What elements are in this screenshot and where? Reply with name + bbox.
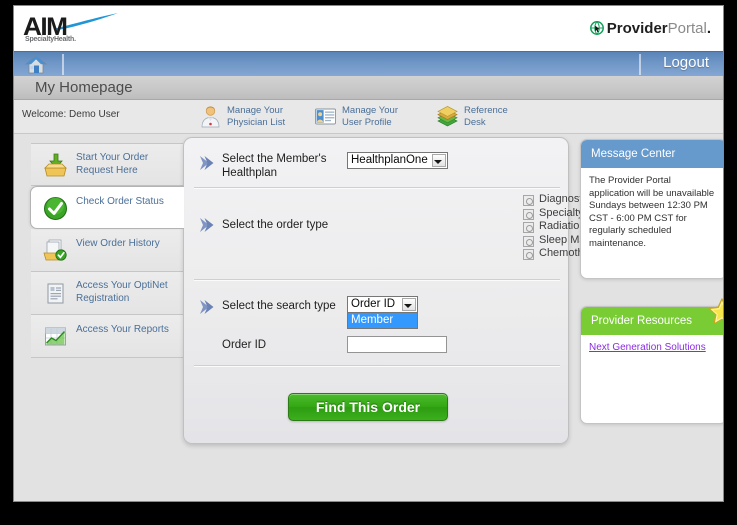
divider bbox=[194, 279, 560, 280]
logout-button[interactable]: Logout bbox=[663, 54, 709, 71]
healthplan-select-value: HealthplanOne bbox=[351, 154, 428, 166]
sidebar-item-check-order-status[interactable]: Check Order Status bbox=[30, 186, 184, 229]
sidebar-item-start-order-label: Start Your Order Request Here bbox=[76, 152, 149, 176]
provider-portal-brand: ProviderPortal. bbox=[589, 20, 711, 39]
manage-physician-list-label: Manage Your Physician List bbox=[227, 105, 286, 128]
welcome-bar: Welcome: Demo User Manage Your Physician … bbox=[14, 100, 723, 134]
message-center-body: The Provider Portal application will be … bbox=[589, 175, 715, 249]
inbox-download-icon bbox=[43, 153, 68, 178]
brand-portal: Portal bbox=[667, 20, 707, 37]
aim-specialty-health-logo: AIM SpecialtyHealth. bbox=[22, 11, 122, 47]
order-id-label: Order ID bbox=[222, 339, 267, 351]
search-type-select[interactable]: Order ID bbox=[347, 296, 418, 313]
sidebar-item-optinet-registration-label: Access Your OptiNet Registration bbox=[76, 280, 168, 304]
reference-desk-icon bbox=[436, 105, 459, 128]
healthplan-label: Select the Member's Healthplan bbox=[222, 153, 327, 179]
sidebar-item-access-reports[interactable]: Access Your Reports bbox=[31, 315, 183, 358]
nav-divider bbox=[62, 54, 64, 75]
logo-tagline: SpecialtyHealth. bbox=[25, 36, 76, 43]
order-id-input[interactable] bbox=[347, 336, 447, 353]
message-center-panel: Message Center The Provider Portal appli… bbox=[580, 139, 723, 279]
healthplan-select[interactable]: HealthplanOne bbox=[347, 152, 448, 169]
browser-viewport: AIM SpecialtyHealth. ProviderPortal. Log… bbox=[13, 5, 724, 502]
search-type-label: Select the search type bbox=[222, 300, 336, 312]
search-type-select-value: Order ID bbox=[351, 298, 396, 310]
sidebar-item-optinet-registration[interactable]: Access Your OptiNet Registration bbox=[31, 272, 183, 315]
masthead: AIM SpecialtyHealth. ProviderPortal. bbox=[14, 6, 723, 51]
chevron-down-icon bbox=[404, 304, 412, 308]
manage-user-profile-label: Manage Your User Profile bbox=[342, 105, 398, 128]
sidebar-item-access-reports-label: Access Your Reports bbox=[76, 324, 169, 335]
brand-provider: Provider bbox=[606, 20, 668, 37]
divider bbox=[194, 365, 560, 366]
content-area: Start Your Order Request Here Check Orde… bbox=[14, 134, 723, 501]
radio-button[interactable] bbox=[523, 208, 534, 220]
radio-button[interactable] bbox=[523, 249, 534, 260]
logout-divider bbox=[639, 54, 641, 75]
radio-button[interactable] bbox=[523, 222, 534, 233]
brand-period: . bbox=[706, 20, 711, 37]
provider-resources-panel: Provider Resources Next Generation Solut… bbox=[580, 306, 723, 424]
radio-button[interactable] bbox=[523, 235, 534, 247]
sidebar-item-view-order-history[interactable]: View Order History bbox=[31, 229, 183, 272]
primary-navbar: Logout bbox=[14, 51, 723, 76]
globe-cursor-icon bbox=[589, 21, 604, 39]
green-check-icon bbox=[43, 196, 68, 221]
divider bbox=[194, 187, 560, 188]
search-type-dropdown-list[interactable]: Member bbox=[347, 313, 418, 329]
message-center-title: Message Center bbox=[581, 140, 723, 168]
documents-check-icon bbox=[43, 238, 68, 263]
reference-desk-label: Reference Desk bbox=[464, 105, 508, 128]
welcome-message: Welcome: Demo User bbox=[22, 109, 120, 120]
user-profile-icon bbox=[314, 105, 337, 128]
order-search-panel: Select the Member's Healthplan Healthplan… bbox=[183, 137, 721, 444]
find-this-order-button[interactable]: Find This Order bbox=[288, 393, 448, 421]
order-type-label: Select the order type bbox=[222, 219, 329, 231]
chevron-right-icon bbox=[197, 154, 215, 172]
physician-icon bbox=[199, 105, 222, 128]
chevron-right-icon bbox=[197, 298, 215, 316]
next-generation-solutions-link[interactable]: Next Generation Solutions bbox=[589, 342, 706, 353]
provider-resources-body: Next Generation Solutions bbox=[581, 335, 723, 362]
chevron-down-icon bbox=[434, 160, 442, 164]
page-title-bar: My Homepage bbox=[14, 76, 723, 100]
provider-resources-title: Provider Resources bbox=[581, 307, 723, 335]
radio-button[interactable] bbox=[523, 195, 534, 206]
chevron-right-icon bbox=[197, 216, 215, 234]
page-title: My Homepage bbox=[35, 79, 133, 96]
sidebar-nav: Start Your Order Request Here Check Orde… bbox=[30, 143, 184, 358]
form-document-icon bbox=[43, 281, 68, 306]
sidebar-item-check-order-status-label: Check Order Status bbox=[76, 196, 164, 207]
sidebar-item-start-order[interactable]: Start Your Order Request Here bbox=[31, 143, 183, 186]
sidebar-item-view-order-history-label: View Order History bbox=[76, 238, 160, 249]
chart-report-icon bbox=[43, 324, 68, 349]
home-icon[interactable] bbox=[24, 55, 48, 74]
dropdown-option-member[interactable]: Member bbox=[348, 313, 417, 328]
